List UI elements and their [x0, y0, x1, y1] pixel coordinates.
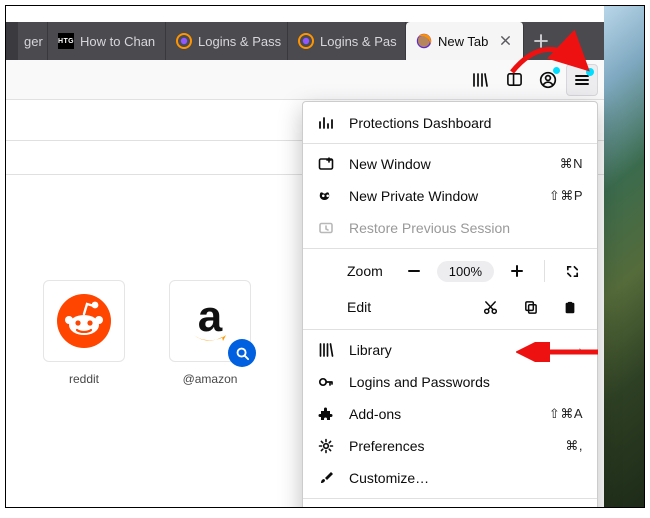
notification-dot: [586, 68, 594, 76]
tab-label: Logins & Pass: [198, 34, 281, 49]
topsite-reddit[interactable]: reddit: [36, 280, 132, 386]
topsite-thumb: [43, 280, 125, 362]
htg-favicon: HTG: [58, 33, 74, 49]
menu-edit-row: Edit: [303, 289, 597, 325]
paste-button[interactable]: [553, 293, 587, 321]
menu-new-private-window[interactable]: New Private Window ⇧⌘P: [303, 180, 597, 212]
tab-howto[interactable]: HTG How to Chan: [48, 22, 166, 60]
menu-label: New Private Window: [349, 188, 535, 204]
menu-label: Customize…: [349, 470, 583, 486]
menu-separator: [303, 498, 597, 499]
menu-open-file[interactable]: Open File… ⌘O: [303, 503, 597, 508]
firefox-favicon: [298, 33, 314, 49]
tab-logins-2[interactable]: Logins & Pas: [288, 22, 406, 60]
tab-truncated[interactable]: ger: [18, 22, 48, 60]
firefox-favicon: [176, 33, 192, 49]
menu-label: Restore Previous Session: [349, 220, 583, 236]
app-menu-button[interactable]: [566, 64, 598, 96]
tab-label: How to Chan: [80, 34, 155, 49]
topsite-amazon[interactable]: a @amazon: [162, 280, 258, 386]
tab-label: Logins & Pas: [320, 34, 397, 49]
chevron-right-icon: ›: [578, 342, 583, 358]
notification-dot: [553, 67, 560, 74]
top-sites: reddit a @amazon: [36, 280, 258, 386]
topsite-label: reddit: [69, 372, 99, 386]
new-tab-button[interactable]: [524, 22, 558, 60]
menu-shortcut: ⇧⌘A: [549, 406, 583, 422]
menu-customize[interactable]: Customize…: [303, 462, 597, 494]
paintbrush-icon: [317, 469, 335, 487]
menu-label: New Window: [349, 156, 546, 172]
library-icon: [317, 341, 335, 359]
firefox-logo-icon: [416, 33, 432, 49]
menu-protections-dashboard[interactable]: Protections Dashboard: [303, 107, 597, 139]
divider: [544, 260, 545, 282]
menu-label: Logins and Passwords: [349, 374, 583, 390]
menu-label: Library: [349, 342, 564, 358]
tab-label: New Tab: [438, 34, 488, 49]
menu-label: Add-ons: [349, 406, 535, 422]
toolbar: [6, 60, 604, 100]
menu-separator: [303, 143, 597, 144]
search-badge-icon: [228, 339, 256, 367]
menu-label: Preferences: [349, 438, 551, 454]
sidebar-button[interactable]: [498, 64, 530, 96]
dashboard-icon: [317, 114, 335, 132]
menu-separator: [303, 329, 597, 330]
tab-strip: ger HTG How to Chan Logins & Pass Logins…: [6, 22, 604, 60]
tab-label: ger: [24, 34, 43, 49]
window-controls-clip: [6, 22, 18, 60]
menu-shortcut: ⇧⌘P: [549, 188, 583, 204]
account-button[interactable]: [532, 64, 564, 96]
menu-separator: [303, 248, 597, 249]
menu-addons[interactable]: Add-ons ⇧⌘A: [303, 398, 597, 430]
zoom-in-button[interactable]: [502, 257, 532, 285]
zoom-label: Zoom: [313, 263, 391, 279]
new-window-icon: [317, 155, 335, 173]
topsite-label: @amazon: [183, 372, 238, 386]
menu-library[interactable]: Library ›: [303, 334, 597, 366]
amazon-icon: a: [180, 291, 240, 351]
menu-shortcut: ⌘N: [560, 156, 583, 172]
edit-label: Edit: [313, 299, 467, 315]
menu-new-window[interactable]: New Window ⌘N: [303, 148, 597, 180]
tab-newtab[interactable]: New Tab: [406, 22, 524, 60]
restore-icon: [317, 219, 335, 237]
zoom-value[interactable]: 100%: [437, 261, 494, 282]
menu-label: Protections Dashboard: [349, 115, 583, 131]
library-button[interactable]: [464, 64, 496, 96]
svg-text:a: a: [198, 292, 223, 341]
menu-shortcut: ⌘,: [565, 438, 583, 454]
desktop-wallpaper: [604, 6, 644, 507]
menu-logins-passwords[interactable]: Logins and Passwords: [303, 366, 597, 398]
menu-zoom-row: Zoom 100%: [303, 253, 597, 289]
cut-button[interactable]: [473, 293, 507, 321]
zoom-out-button[interactable]: [399, 257, 429, 285]
reddit-icon: [55, 292, 113, 350]
fullscreen-button[interactable]: [557, 257, 587, 285]
key-icon: [317, 373, 335, 391]
app-menu-popover: Protections Dashboard New Window ⌘N New …: [302, 101, 598, 508]
close-tab-icon[interactable]: [500, 34, 511, 49]
tab-logins-1[interactable]: Logins & Pass: [166, 22, 288, 60]
puzzle-icon: [317, 405, 335, 423]
copy-button[interactable]: [513, 293, 547, 321]
menu-preferences[interactable]: Preferences ⌘,: [303, 430, 597, 462]
mask-icon: [317, 187, 335, 205]
gear-icon: [317, 437, 335, 455]
topsite-thumb: a: [169, 280, 251, 362]
menu-restore-session: Restore Previous Session: [303, 212, 597, 244]
